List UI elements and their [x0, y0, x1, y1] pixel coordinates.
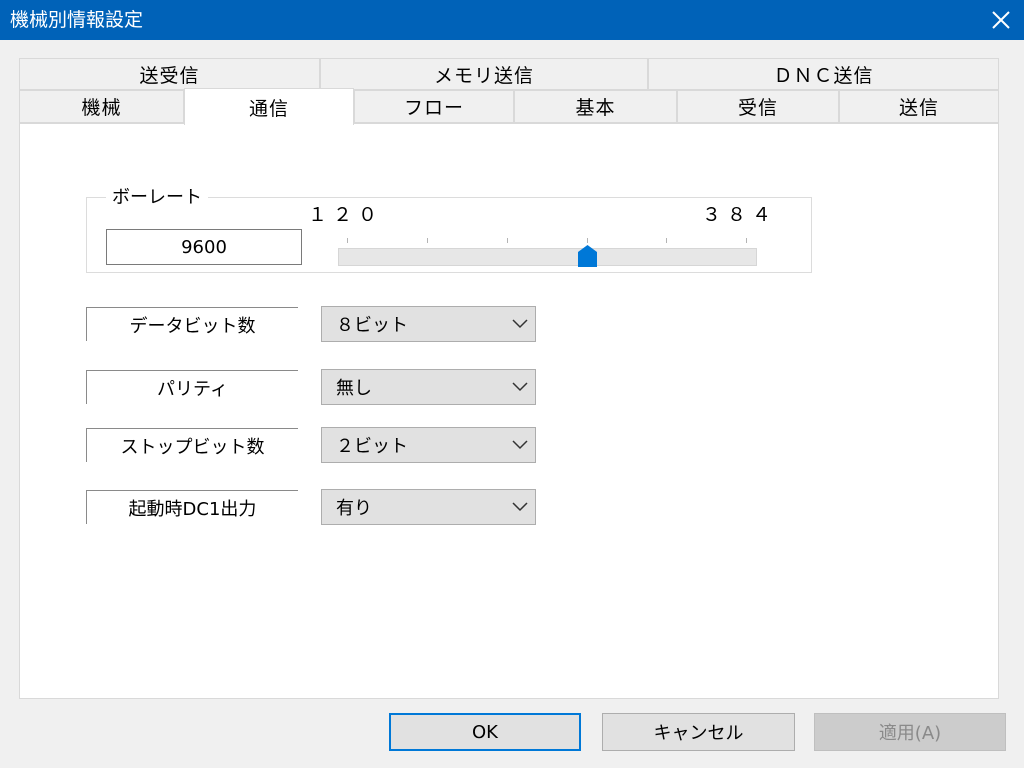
dc1-output-select[interactable]: 有り	[321, 489, 536, 525]
tab-receive[interactable]: 受信	[677, 90, 839, 123]
baud-rate-value: 9600	[106, 229, 302, 265]
tab-strip: 送受信 メモリ送信 ＤＮＣ送信 機械 通信 フロー 基本 受信 送信	[19, 58, 999, 125]
slider-max-label: ３８４	[702, 204, 778, 226]
ok-button[interactable]: OK	[389, 713, 581, 751]
tab-basic[interactable]: 基本	[514, 90, 677, 123]
slider-tick	[427, 238, 428, 243]
stop-bits-label: ストップビット数	[86, 428, 298, 462]
parity-label: パリティ	[86, 370, 298, 404]
slider-tick	[507, 238, 508, 243]
stop-bits-value: ２ビット	[336, 436, 408, 457]
tab-send[interactable]: 送信	[839, 90, 999, 123]
close-button[interactable]	[978, 0, 1024, 40]
chevron-down-icon	[505, 319, 535, 329]
cancel-button[interactable]: キャンセル	[602, 713, 795, 751]
slider-tick	[746, 238, 747, 243]
title-bar: 機械別情報設定	[0, 0, 1024, 40]
parity-select[interactable]: 無し	[321, 369, 536, 405]
baud-rate-group-title: ボーレート	[106, 183, 208, 209]
chevron-down-icon	[505, 440, 535, 450]
tab-machine[interactable]: 機械	[19, 90, 184, 123]
stop-bits-select[interactable]: ２ビット	[321, 427, 536, 463]
apply-button[interactable]: 適用(A)	[814, 713, 1006, 751]
close-icon	[992, 11, 1010, 29]
parity-value: 無し	[336, 378, 372, 399]
tab-flow[interactable]: フロー	[354, 90, 514, 123]
baud-rate-slider-thumb[interactable]	[578, 245, 597, 267]
slider-tick	[587, 238, 588, 243]
slider-min-label: １２０	[308, 204, 384, 226]
slider-tick	[347, 238, 348, 243]
dc1-output-label: 起動時DC1出力	[86, 490, 298, 524]
tab-communication[interactable]: 通信	[184, 88, 354, 125]
baud-rate-slider-track[interactable]	[338, 248, 757, 266]
window-title: 機械別情報設定	[10, 9, 144, 31]
tab-send-receive[interactable]: 送受信	[19, 58, 320, 90]
chevron-down-icon	[505, 382, 535, 392]
chevron-down-icon	[505, 502, 535, 512]
data-bits-value: ８ビット	[336, 315, 408, 336]
data-bits-label: データビット数	[86, 307, 298, 341]
data-bits-select[interactable]: ８ビット	[321, 306, 536, 342]
tab-memory-send[interactable]: メモリ送信	[320, 58, 648, 90]
tab-dnc-send[interactable]: ＤＮＣ送信	[648, 58, 999, 90]
slider-tick	[666, 238, 667, 243]
dc1-output-value: 有り	[336, 498, 372, 519]
